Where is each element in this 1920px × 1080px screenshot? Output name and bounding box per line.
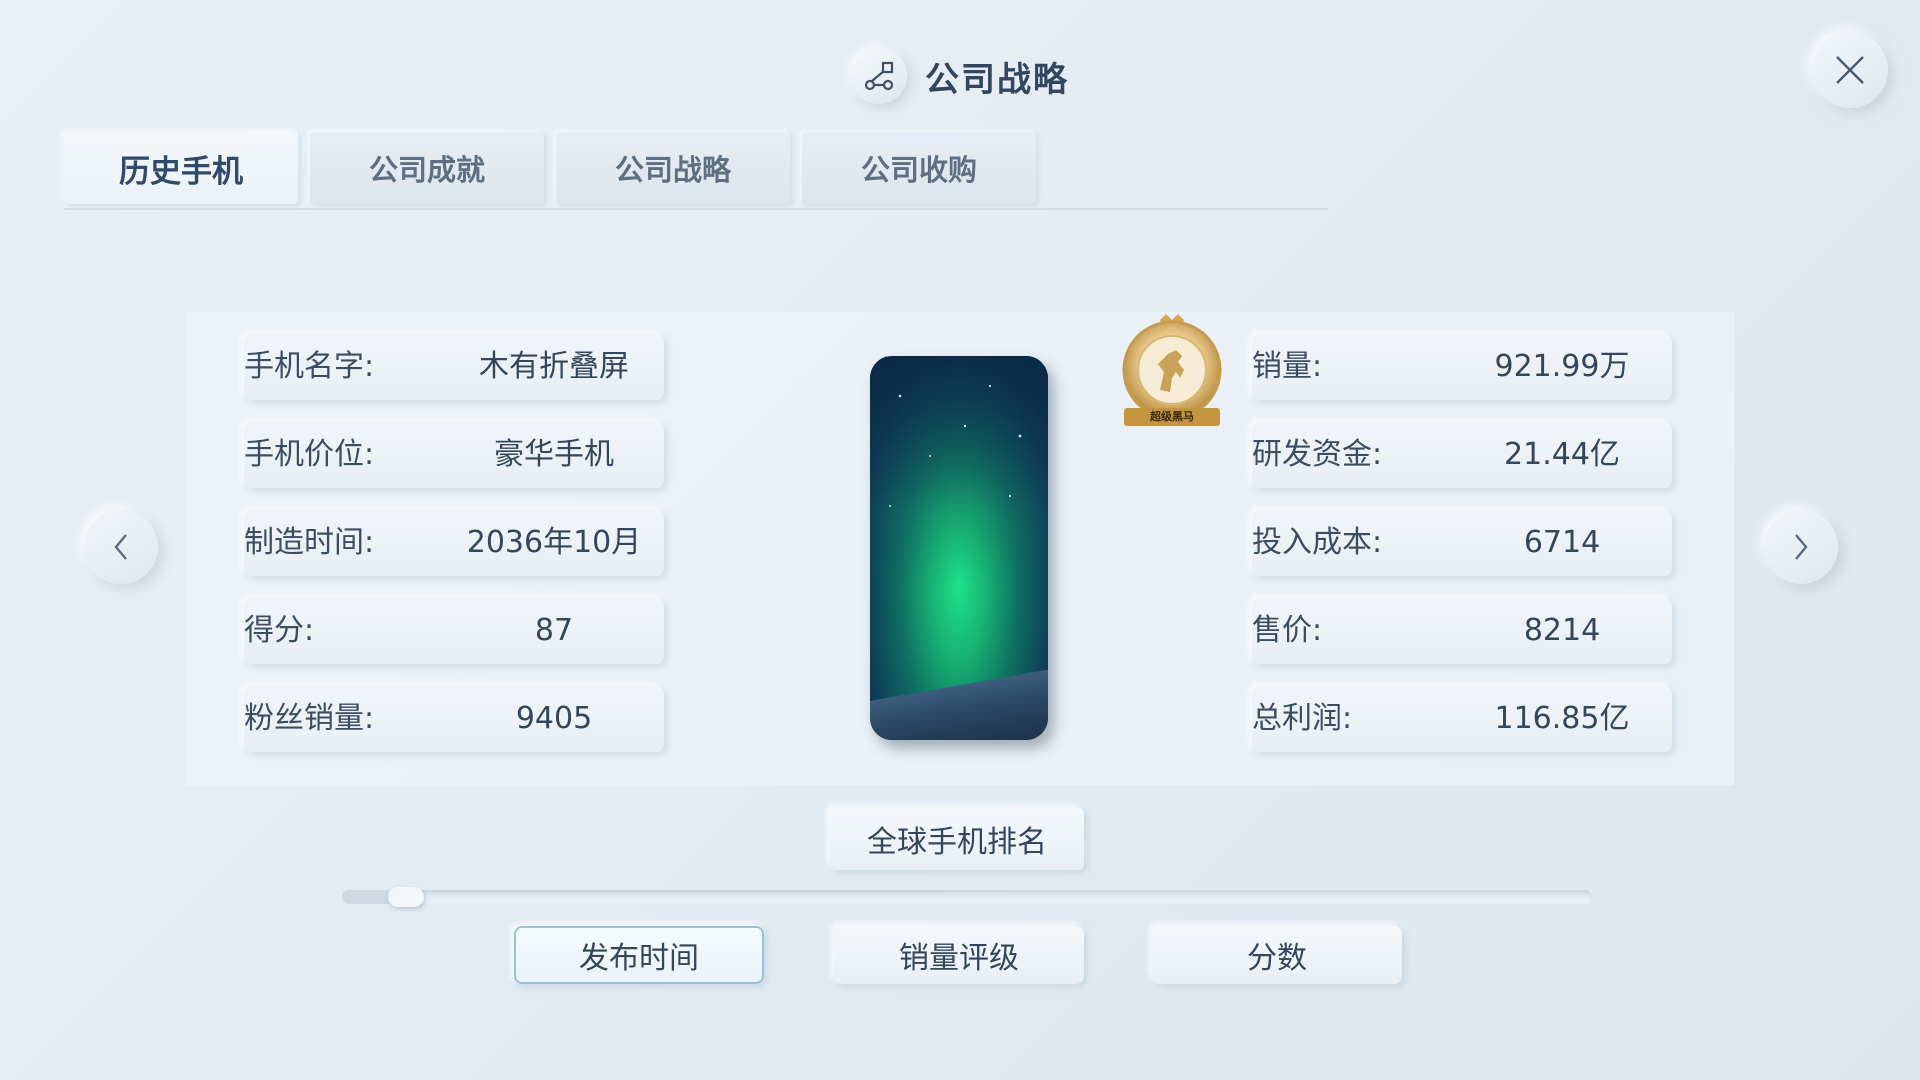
field-value: 9405: [515, 701, 593, 736]
field-value: 921.99万: [1494, 349, 1630, 384]
info-field-price-tier: 手机价位: 豪华手机: [244, 422, 664, 488]
field-label: 总利润:: [1252, 701, 1353, 736]
tab-company-acquisition[interactable]: 公司收购: [802, 132, 1036, 204]
info-field-input-cost: 投入成本: 6714: [1252, 510, 1672, 576]
list-scrollbar[interactable]: [342, 887, 1592, 907]
field-value: 木有折叠屏: [479, 349, 629, 384]
scrollbar-thumb[interactable]: [388, 887, 424, 907]
info-field-fan-sales: 粉丝销量: 9405: [244, 686, 664, 752]
sort-by-release-time-button[interactable]: 发布时间: [514, 926, 764, 984]
close-button[interactable]: [1812, 32, 1888, 108]
strategy-nodes-icon: [851, 48, 907, 104]
field-value: 8214: [1523, 613, 1601, 648]
field-label: 得分:: [244, 613, 315, 648]
tab-history-phones[interactable]: 历史手机: [64, 132, 298, 204]
tab-company-achievements[interactable]: 公司成就: [310, 132, 544, 204]
page-title: 公司战略: [925, 59, 1069, 100]
field-label: 投入成本:: [1252, 525, 1383, 560]
field-value: 豪华手机: [494, 437, 614, 472]
phone-image: [870, 356, 1048, 740]
title-bar: 公司战略: [0, 48, 1920, 104]
prev-phone-button[interactable]: [84, 510, 158, 584]
info-field-score: 得分: 87: [244, 598, 664, 664]
global-ranking-button[interactable]: 全球手机排名: [830, 808, 1084, 870]
tab-company-strategy[interactable]: 公司战略: [556, 132, 790, 204]
sort-by-sales-rating-button[interactable]: 销量评级: [834, 926, 1084, 984]
info-field-selling-price: 售价: 8214: [1252, 598, 1672, 664]
info-field-total-profit: 总利润: 116.85亿: [1252, 686, 1672, 752]
field-label: 手机名字:: [244, 349, 375, 384]
info-field-sales: 销量: 921.99万: [1252, 334, 1672, 400]
field-value: 87: [534, 613, 574, 648]
field-value: 116.85亿: [1494, 701, 1630, 736]
field-value: 2036年10月: [466, 525, 642, 560]
chevron-right-icon: [1795, 534, 1808, 560]
dark-horse-badge: 超级黑马: [1110, 312, 1234, 436]
close-icon: [1836, 56, 1864, 84]
info-field-manufacture-time: 制造时间: 2036年10月: [244, 510, 664, 576]
field-label: 制造时间:: [244, 525, 375, 560]
badge-label: 超级黑马: [1150, 410, 1194, 423]
next-phone-button[interactable]: [1764, 510, 1838, 584]
sort-by-score-button[interactable]: 分数: [1152, 926, 1402, 984]
info-field-phone-name: 手机名字: 木有折叠屏: [244, 334, 664, 400]
field-label: 粉丝销量:: [244, 701, 375, 736]
field-label: 销量:: [1252, 349, 1323, 384]
tab-bar: 历史手机 公司成就 公司战略 公司收购: [64, 132, 1048, 204]
field-label: 研发资金:: [1252, 437, 1383, 472]
info-field-rd-funds: 研发资金: 21.44亿: [1252, 422, 1672, 488]
field-label: 手机价位:: [244, 437, 375, 472]
tab-divider: [64, 208, 1328, 210]
field-value: 6714: [1523, 525, 1601, 560]
chevron-left-icon: [114, 534, 127, 560]
field-value: 21.44亿: [1504, 437, 1620, 472]
field-label: 售价:: [1252, 613, 1323, 648]
